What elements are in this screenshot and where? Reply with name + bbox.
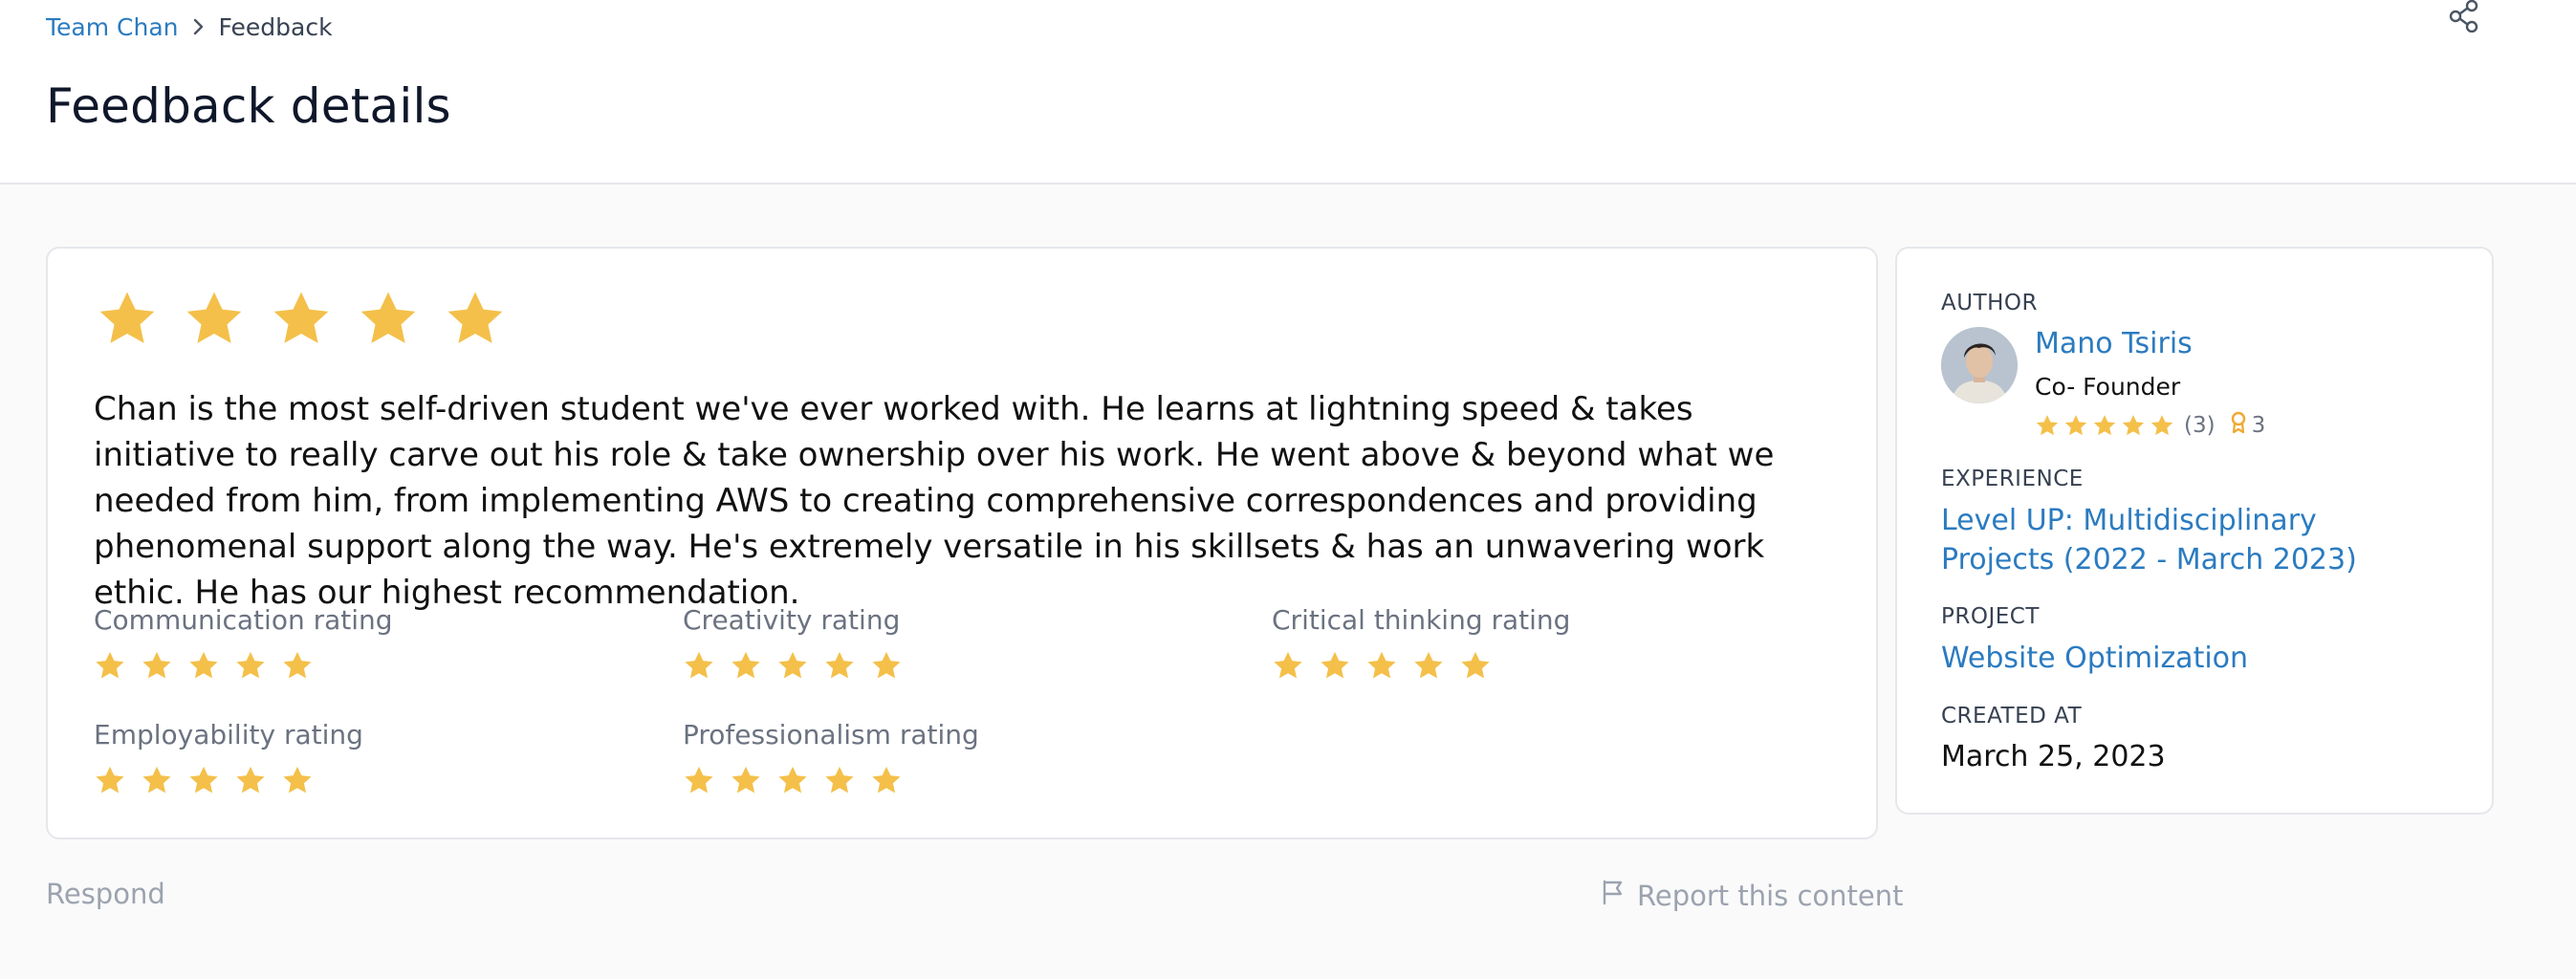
chevron-right-icon: [192, 17, 206, 36]
critical-thinking-rating: Critical thinking rating: [1272, 604, 1570, 682]
professionalism-rating: Professionalism rating: [683, 719, 979, 796]
star-icon: [1414, 651, 1443, 679]
rating-stars: [94, 649, 393, 682]
author-rating: (3) 3: [2035, 411, 2265, 440]
star-icon: [825, 766, 854, 794]
star-icon: [283, 766, 312, 794]
author-review-count: (3): [2184, 413, 2216, 438]
author-role: Co- Founder: [2035, 373, 2181, 401]
overall-rating-stars: [96, 287, 507, 350]
star-icon: [236, 766, 265, 794]
star-icon: [189, 766, 218, 794]
star-icon: [448, 292, 503, 343]
star-icon: [96, 651, 124, 679]
report-content-button[interactable]: Report this content: [1599, 878, 1904, 913]
author-badge-count: 3: [2251, 413, 2266, 438]
experience-link[interactable]: Level UP: Multidisciplinary Projects (20…: [1941, 501, 2438, 579]
details-sidebar: AUTHOR Mano Tsiris Co- Founder (3) 3 EXP…: [1895, 247, 2494, 815]
star-icon: [236, 651, 265, 679]
feedback-text: Chan is the most self-driven student we'…: [94, 390, 1775, 612]
star-icon: [778, 651, 807, 679]
author-label: AUTHOR: [1941, 291, 2038, 315]
star-icon: [142, 651, 171, 679]
star-icon: [1461, 651, 1490, 679]
star-icon: [142, 766, 171, 794]
breadcrumb-current: Feedback: [218, 12, 333, 41]
project-label: PROJECT: [1941, 604, 2040, 629]
rating-stars: [683, 649, 903, 682]
communication-rating: Communication rating: [94, 604, 393, 682]
avatar[interactable]: [1941, 327, 2018, 403]
page-header: Team Chan Feedback Feedback details: [0, 0, 2576, 185]
author-name-link[interactable]: Mano Tsiris: [2035, 327, 2193, 360]
breadcrumb-team-link[interactable]: Team Chan: [46, 13, 179, 41]
star-icon: [189, 651, 218, 679]
rating-stars: [683, 764, 979, 796]
star-icon: [1274, 651, 1302, 679]
respond-button[interactable]: Respond: [46, 878, 165, 910]
created-at-value: March 25, 2023: [1941, 740, 2166, 773]
star-icon: [685, 766, 713, 794]
star-icon: [872, 766, 901, 794]
rating-label: Critical thinking rating: [1272, 604, 1571, 636]
star-icon: [283, 651, 312, 679]
star-icon: [186, 292, 242, 343]
star-icon: [96, 766, 124, 794]
star-icon: [731, 651, 760, 679]
created-at-label: CREATED AT: [1941, 704, 2083, 729]
creativity-rating: Creativity rating: [683, 604, 903, 682]
breadcrumb: Team Chan Feedback: [46, 11, 333, 42]
rating-label: Employability rating: [94, 719, 363, 751]
flag-icon: [1599, 878, 1637, 913]
star-icon: [2036, 415, 2059, 436]
star-icon: [360, 292, 416, 343]
star-icon: [685, 651, 713, 679]
author-rating-stars: [2035, 413, 2174, 438]
star-icon: [2150, 415, 2173, 436]
rating-label: Professionalism rating: [683, 719, 979, 751]
report-label: Report this content: [1637, 879, 1904, 912]
star-icon: [1321, 651, 1349, 679]
star-icon: [778, 766, 807, 794]
star-icon: [2093, 415, 2116, 436]
share-icon[interactable]: [2448, 0, 2480, 33]
rating-label: Communication rating: [94, 604, 393, 636]
star-icon: [2064, 415, 2087, 436]
star-icon: [2122, 415, 2145, 436]
star-icon: [1367, 651, 1396, 679]
rating-label: Creativity rating: [683, 604, 901, 636]
rating-stars: [1272, 649, 1570, 682]
page-title: Feedback details: [46, 78, 451, 134]
feedback-card: Chan is the most self-driven student we'…: [46, 247, 1878, 839]
experience-label: EXPERIENCE: [1941, 467, 2084, 491]
award-icon: [2229, 411, 2252, 440]
star-icon: [99, 292, 155, 343]
rating-stars: [94, 764, 363, 796]
project-link[interactable]: Website Optimization: [1941, 639, 2248, 678]
star-icon: [731, 766, 760, 794]
star-icon: [825, 651, 854, 679]
author-badge: 3: [2229, 411, 2266, 440]
star-icon: [872, 651, 901, 679]
employability-rating: Employability rating: [94, 719, 363, 796]
star-icon: [273, 292, 329, 343]
